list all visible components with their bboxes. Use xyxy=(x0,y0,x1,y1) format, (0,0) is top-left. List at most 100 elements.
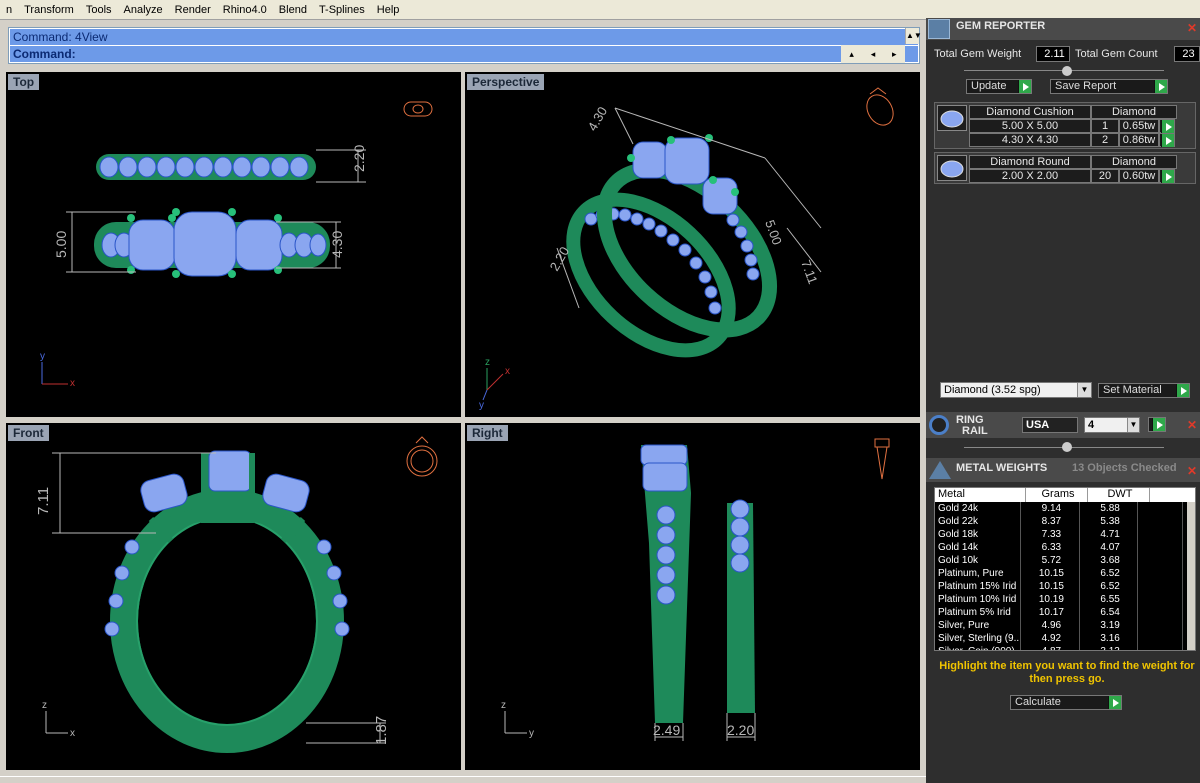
axis-label: y xyxy=(479,400,484,411)
gem-group-round[interactable]: Diamond Round Diamond 2.00 X 2.00 20 0.6… xyxy=(934,152,1196,184)
metal-name-cell: Silver, Pure xyxy=(935,619,1022,632)
dwt-cell: 4.71 xyxy=(1080,528,1139,541)
save-report-label: Save Report xyxy=(1055,80,1117,92)
ring-thumbnail-icon xyxy=(406,436,438,477)
dwt-cell: 3.13 xyxy=(1080,645,1139,650)
grams-cell: 4.87 xyxy=(1021,645,1080,650)
menu-item-transform[interactable]: Transform xyxy=(18,0,80,20)
ring-rail-header: RING RAIL USA 4 ▼ ✕ xyxy=(926,412,1200,438)
metal-name-cell: Platinum 5% Irid xyxy=(935,606,1022,619)
table-row[interactable]: Platinum, Pure 10.15 6.52 xyxy=(935,567,1183,580)
table-row[interactable]: Gold 24k 9.14 5.88 xyxy=(935,502,1183,515)
set-material-button[interactable]: Set Material xyxy=(1098,383,1190,398)
menu-item-tools[interactable]: Tools xyxy=(80,0,118,20)
arrow-left-icon[interactable]: ◂ xyxy=(871,49,876,60)
gem-go-button[interactable] xyxy=(1159,133,1175,147)
dimension-label: 4.30 xyxy=(585,104,611,133)
table-row[interactable]: Platinum 5% Irid 10.17 6.54 xyxy=(935,606,1183,619)
metal-weights-logo-icon xyxy=(929,461,951,479)
gem-size: 5.00 X 5.00 xyxy=(969,119,1091,133)
table-row[interactable]: Gold 14k 6.33 4.07 xyxy=(935,541,1183,554)
gem-group-cushion[interactable]: Diamond Cushion Diamond 5.00 X 5.00 1 0.… xyxy=(934,102,1196,149)
gem-material: Diamond xyxy=(1091,155,1177,169)
column-header-dwt[interactable]: DWT xyxy=(1088,488,1150,502)
material-select[interactable]: Diamond (3.52 spg) ▼ xyxy=(940,382,1092,398)
arrow-right-icon[interactable]: ▸ xyxy=(892,49,897,60)
command-nav: ▴ ◂ ▸ xyxy=(841,45,905,63)
grams-cell: 6.33 xyxy=(1021,541,1080,554)
viewport-front[interactable]: Front 7.11 1.87 z x xyxy=(6,423,461,770)
calculate-button[interactable]: Calculate xyxy=(1010,695,1122,710)
command-scroll-icon[interactable]: ▲▼ xyxy=(905,28,922,44)
menu-item-rhino[interactable]: Rhino4.0 xyxy=(217,0,273,20)
viewport-right[interactable]: Right 2.49 2.20 z y xyxy=(465,423,920,770)
command-prompt-input[interactable]: Command: xyxy=(10,46,918,62)
table-row[interactable]: Silver, Sterling (9... 4.92 3.16 xyxy=(935,632,1183,645)
menu-item-analyze[interactable]: Analyze xyxy=(118,0,169,20)
update-button[interactable]: Update xyxy=(966,79,1032,94)
viewport-title[interactable]: Right xyxy=(467,425,508,441)
table-row[interactable]: Gold 10k 5.72 3.68 xyxy=(935,554,1183,567)
chevron-down-icon[interactable]: ▼ xyxy=(1127,418,1139,432)
close-icon[interactable]: ✕ xyxy=(1187,464,1197,478)
command-area: Command: 4View Command: ▲▼ ▴ ◂ ▸ xyxy=(8,27,922,64)
blank-cell xyxy=(1138,515,1183,528)
go-arrow-icon xyxy=(1161,170,1174,183)
metal-weights-header: METAL WEIGHTS 13 Objects Checked ✕ xyxy=(926,458,1200,482)
viewport-title[interactable]: Front xyxy=(8,425,49,441)
metal-name-cell: Gold 18k xyxy=(935,528,1022,541)
ring-size-select[interactable]: 4 ▼ xyxy=(1084,417,1140,433)
column-header-metal[interactable]: Metal xyxy=(935,488,1026,502)
gem-go-button[interactable] xyxy=(1159,119,1175,133)
menu-item-tsplines[interactable]: T-Splines xyxy=(313,0,371,20)
blank-cell xyxy=(1138,528,1183,541)
chevron-down-icon[interactable]: ▼ xyxy=(1077,383,1091,397)
blank-cell xyxy=(1138,580,1183,593)
blank-cell xyxy=(1138,567,1183,580)
total-gem-weight-label: Total Gem Weight xyxy=(934,48,1022,60)
close-icon[interactable]: ✕ xyxy=(1187,21,1197,35)
table-scrollbar[interactable] xyxy=(1187,502,1195,650)
viewport-title[interactable]: Top xyxy=(8,74,40,90)
grams-cell: 7.33 xyxy=(1021,528,1080,541)
gem-go-button[interactable] xyxy=(1159,169,1175,183)
menu-item-render[interactable]: Render xyxy=(169,0,217,20)
menu-item-file[interactable]: n xyxy=(0,0,18,20)
table-row[interactable]: Gold 18k 7.33 4.71 xyxy=(935,528,1183,541)
viewport-perspective[interactable]: Perspective 4.30 5.00 7.11 2.20 z y x xyxy=(465,72,920,417)
viewport-title[interactable]: Perspective xyxy=(467,74,545,90)
scroll-up-icon[interactable]: ▴ xyxy=(849,49,854,60)
table-row[interactable]: Silver, Coin (900)4.873.13 xyxy=(935,645,1183,650)
set-material-label: Set Material xyxy=(1103,384,1162,396)
column-header-grams[interactable]: Grams xyxy=(1026,488,1088,502)
axis-label: y xyxy=(40,351,45,362)
table-row[interactable]: Silver, Pure 4.96 3.19 xyxy=(935,619,1183,632)
collapse-knob-icon[interactable] xyxy=(1062,442,1072,452)
save-report-button[interactable]: Save Report xyxy=(1050,79,1168,94)
metal-name-cell: Gold 22k xyxy=(935,515,1022,528)
metal-name-cell: Gold 24k xyxy=(935,502,1022,515)
grams-cell: 10.15 xyxy=(1021,567,1080,580)
grams-cell: 10.17 xyxy=(1021,606,1080,619)
viewport-top[interactable]: Top 2.20 5.00 4.30 y x xyxy=(6,72,461,417)
table-row[interactable]: Gold 22k 8.37 5.38 xyxy=(935,515,1183,528)
dwt-cell: 6.52 xyxy=(1080,567,1139,580)
table-row[interactable]: Platinum 15% Irid 10.15 6.52 xyxy=(935,580,1183,593)
menu-item-blend[interactable]: Blend xyxy=(273,0,313,20)
dwt-cell: 3.19 xyxy=(1080,619,1139,632)
metal-name-cell: Gold 10k xyxy=(935,554,1022,567)
country-field[interactable]: USA xyxy=(1022,417,1078,433)
metal-weights-table[interactable]: Metal Grams DWT Gold 24k 9.14 5.88 Gold 22k… xyxy=(934,487,1196,651)
cushion-diamond-icon xyxy=(937,105,967,131)
gem-ctw: 0.86tw xyxy=(1119,133,1159,147)
dimension-label: 2.20 xyxy=(351,145,367,172)
menu-item-help[interactable]: Help xyxy=(371,0,406,20)
ring-rail-go-button[interactable] xyxy=(1148,417,1166,432)
gem-ctw: 0.60tw xyxy=(1119,169,1159,183)
table-row[interactable]: Platinum 10% Irid 10.19 6.55 xyxy=(935,593,1183,606)
close-icon[interactable]: ✕ xyxy=(1187,418,1197,432)
go-arrow-icon xyxy=(1161,134,1174,147)
dimension-label: 1.87 xyxy=(373,716,390,745)
dimension-label: 2.20 xyxy=(727,722,754,738)
collapse-knob-icon[interactable] xyxy=(1062,66,1072,76)
